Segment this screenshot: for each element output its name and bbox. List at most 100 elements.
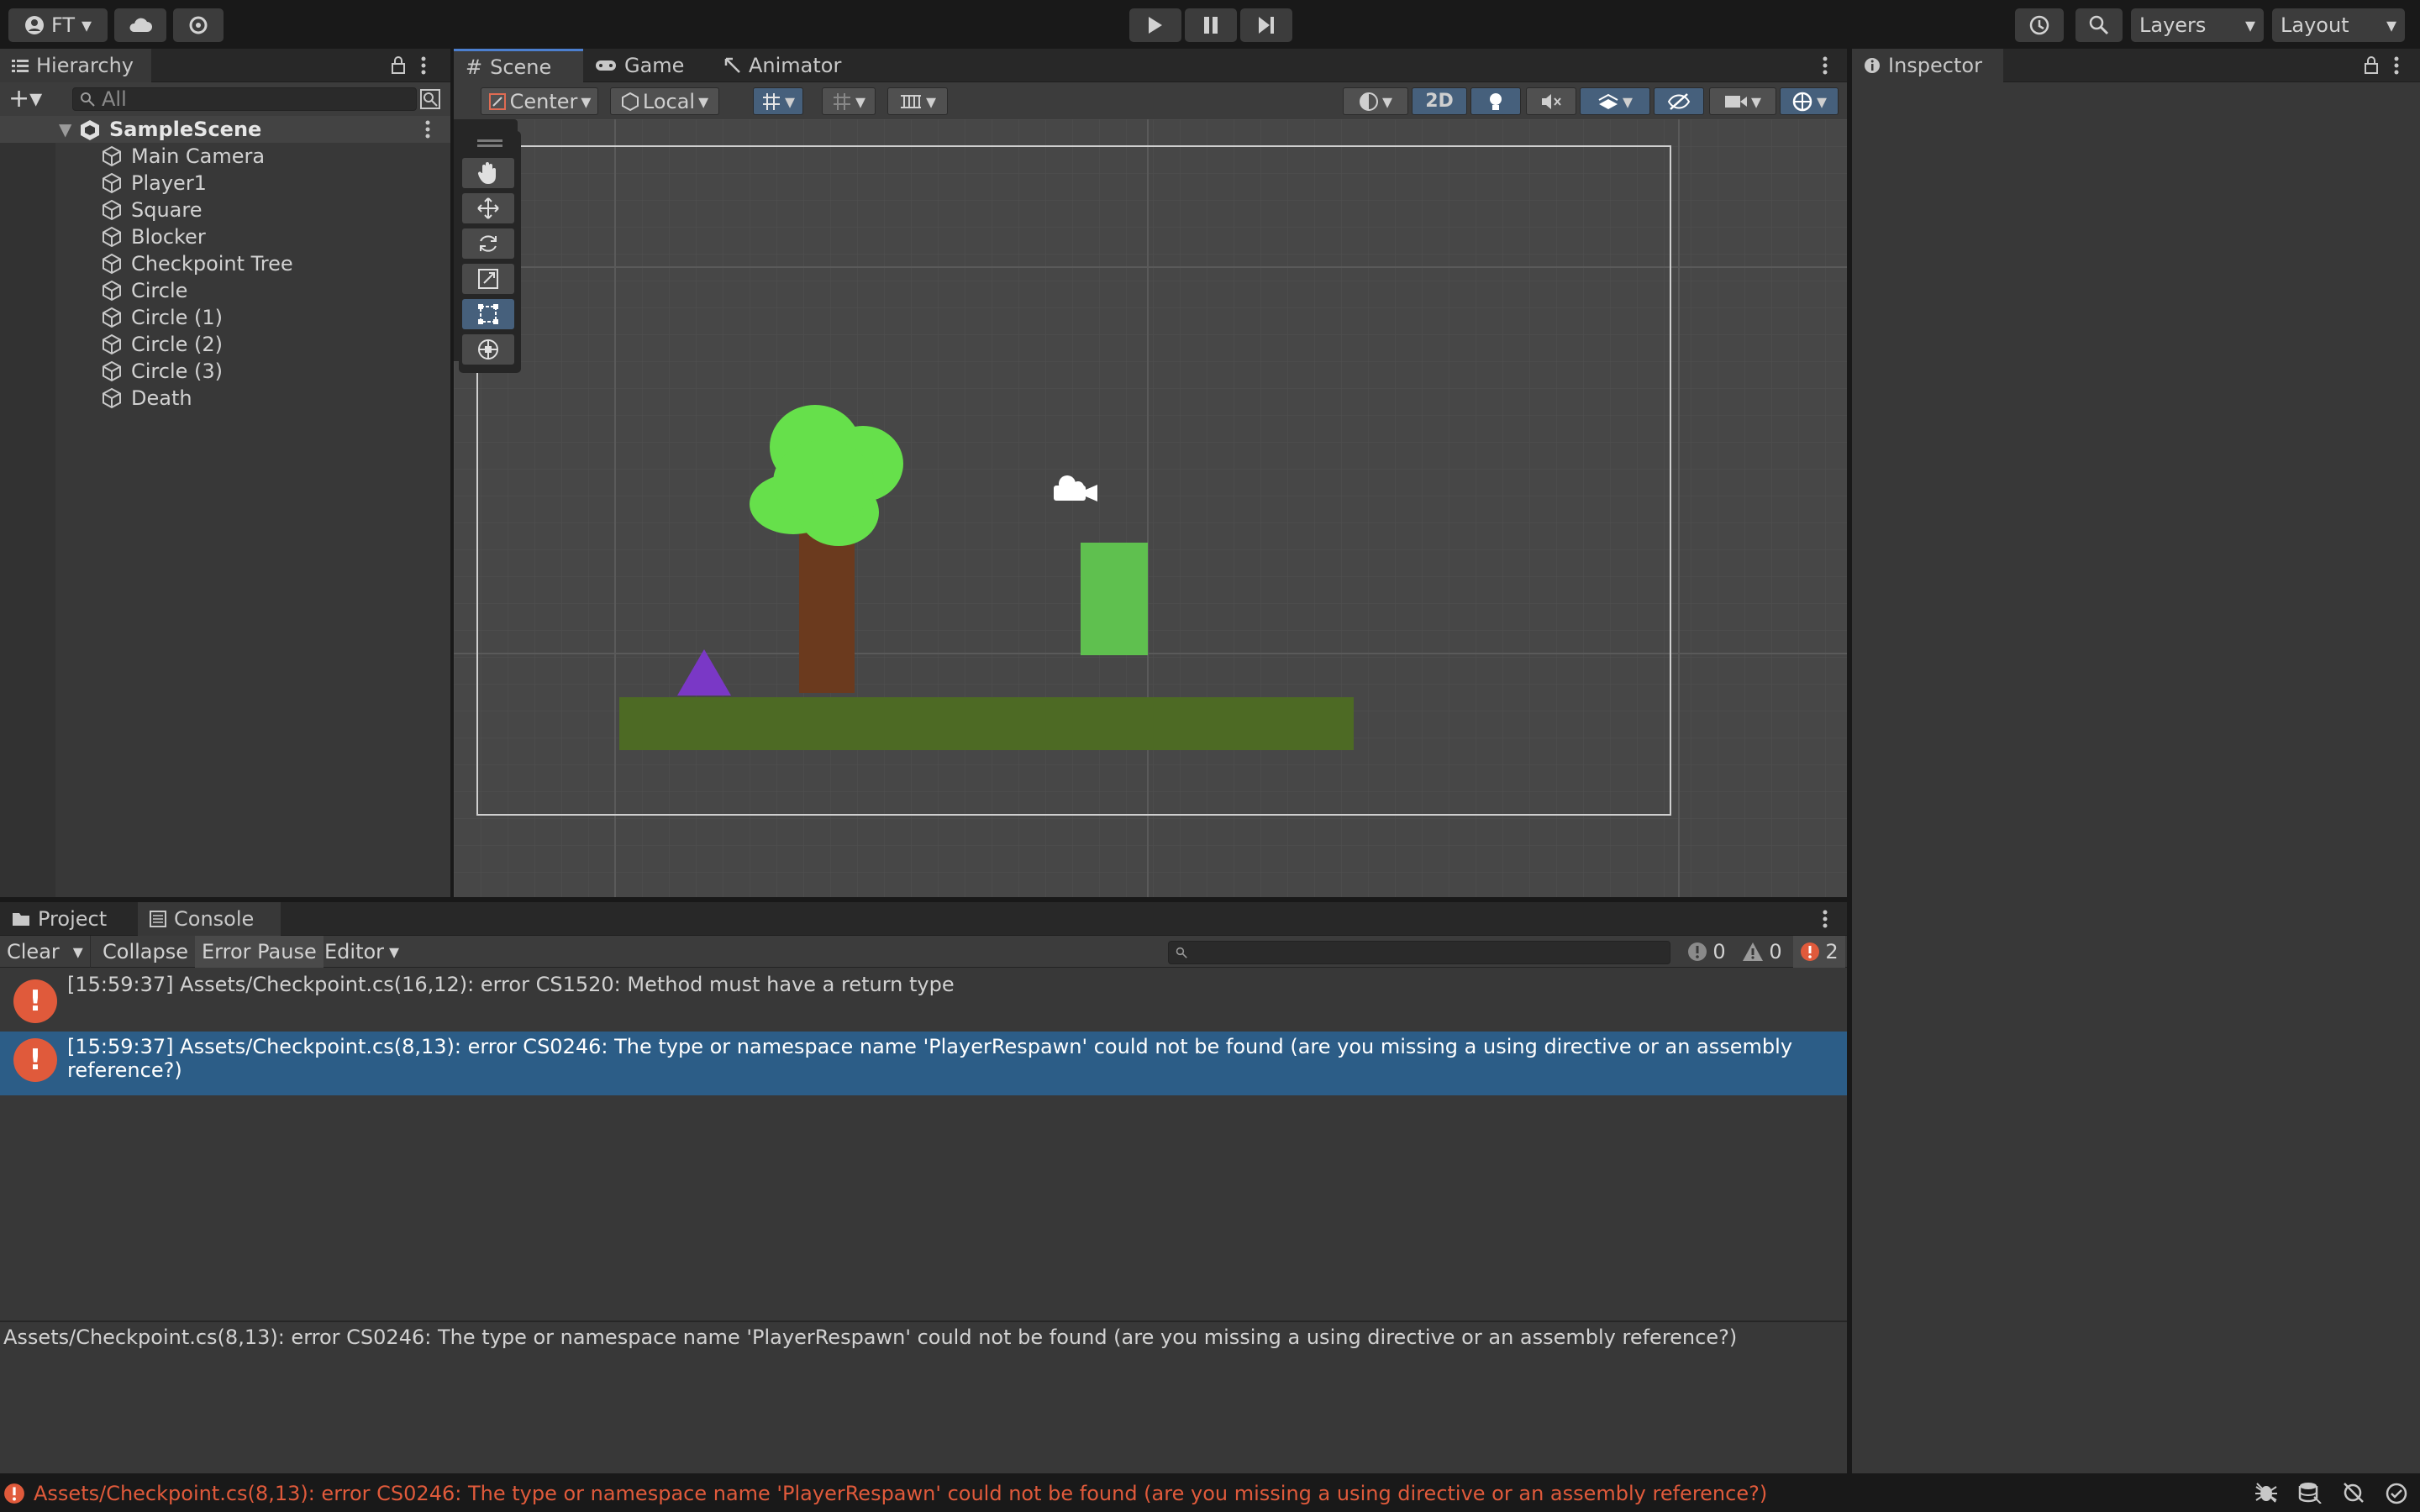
hierarchy-item[interactable]: Square [101, 197, 203, 223]
mode-2d-toggle[interactable]: 2D [1412, 87, 1467, 115]
hierarchy-item[interactable]: Circle (1) [101, 304, 223, 331]
gameobject-cube-icon [101, 360, 123, 382]
tab-inspector[interactable]: Inspector [1852, 49, 2003, 82]
snap-increment-button[interactable]: ▾ [822, 87, 876, 115]
clear-button[interactable]: Clear ▾ [0, 936, 91, 968]
hierarchy-item[interactable]: Circle [101, 277, 187, 304]
hierarchy-search[interactable]: All [72, 87, 417, 111]
layers-dropdown[interactable]: Layers ▾ [2131, 8, 2264, 42]
account-button[interactable]: FT ▾ [8, 8, 108, 42]
error-pause-toggle[interactable]: Error Pause [195, 936, 324, 968]
space-local-dropdown[interactable]: Local ▾ [610, 87, 719, 115]
hierarchy-item[interactable]: Death [101, 385, 192, 412]
editor-dropdown[interactable]: Editor ▾ [318, 936, 406, 968]
player1-sprite[interactable] [1081, 543, 1148, 655]
expand-triangle-icon[interactable]: ▼ [59, 119, 71, 139]
scene-viewport[interactable] [454, 119, 1847, 897]
undo-history-button[interactable] [2015, 8, 2064, 42]
chevron-down-icon: ▾ [2244, 13, 2255, 37]
scene-canvas[interactable] [454, 119, 1847, 897]
console-detail-pane: Assets/Checkpoint.cs(8,13): error CS0246… [0, 1322, 1847, 1473]
hierarchy-item-label: Player1 [131, 171, 207, 195]
collapse-label: Collapse [103, 940, 188, 963]
hierarchy-item-label: Square [131, 198, 203, 222]
tab-hierarchy[interactable]: Hierarchy [0, 49, 151, 82]
tab-project[interactable]: Project [0, 902, 134, 936]
console-entry-selected[interactable]: ! [15:59:37] Assets/Checkpoint.cs(8,13):… [0, 1032, 1847, 1095]
rotate-tool-button[interactable] [462, 228, 514, 259]
audio-toggle[interactable] [1526, 87, 1576, 115]
hierarchy-item[interactable]: Player1 [101, 170, 207, 197]
drag-handle[interactable] [477, 139, 502, 142]
mode-2d-label: 2D [1425, 91, 1454, 112]
gizmos-dropdown[interactable]: ▾ [1780, 87, 1839, 115]
hierarchy-toolbar: +▾ All [0, 82, 450, 116]
move-tool-button[interactable] [462, 193, 514, 223]
more-options-icon[interactable] [2393, 55, 2400, 76]
hierarchy-item[interactable]: Circle (3) [101, 358, 223, 385]
more-options-icon[interactable] [1822, 55, 1828, 76]
inspector-tab-label: Inspector [1888, 54, 1982, 77]
tab-console[interactable]: Console [138, 902, 281, 936]
scale-tool-button[interactable] [462, 264, 514, 294]
cache-server-icon[interactable] [2297, 1482, 2323, 1504]
more-options-icon[interactable] [420, 55, 427, 76]
grid-snap-toggle[interactable]: ▾ [753, 87, 803, 115]
debug-bug-icon[interactable] [2254, 1482, 2279, 1504]
transform-all-icon [476, 338, 500, 361]
rotate-icon [477, 233, 499, 255]
status-message[interactable]: Assets/Checkpoint.cs(8,13): error CS0246… [34, 1482, 1767, 1505]
collapse-toggle[interactable]: Collapse [96, 936, 195, 968]
scene-visibility-toggle[interactable] [1654, 87, 1704, 115]
hierarchy-item[interactable]: Checkpoint Tree [101, 250, 293, 277]
shading-mode-dropdown[interactable]: ▾ [1343, 87, 1408, 115]
warning-filter-toggle[interactable]: 0 [1736, 936, 1788, 968]
tab-scene[interactable]: # Scene [454, 49, 583, 82]
scene-camera-dropdown[interactable]: ▾ [1709, 87, 1776, 115]
lighting-toggle[interactable] [1470, 87, 1521, 115]
effects-dropdown[interactable]: ▾ [1580, 87, 1650, 115]
ground-square[interactable] [619, 697, 1354, 750]
error-filter-toggle[interactable]: 2 [1793, 936, 1845, 968]
hierarchy-item[interactable]: Blocker [101, 223, 206, 250]
lightbulb-icon [1487, 92, 1504, 112]
console-entry[interactable]: ! [15:59:37] Assets/Checkpoint.cs(16,12)… [0, 969, 1847, 1032]
pivot-center-dropdown[interactable]: Center ▾ [481, 87, 598, 115]
progress-check-icon[interactable] [2385, 1482, 2408, 1505]
tab-game[interactable]: Game [595, 49, 718, 82]
pause-button[interactable] [1185, 8, 1237, 42]
cloud-icon [128, 17, 153, 34]
hierarchy-item[interactable]: Main Camera [101, 143, 265, 170]
hand-tool-button[interactable] [462, 158, 514, 188]
scene-row[interactable]: ▼ SampleScene [0, 116, 450, 143]
search-scene-icon[interactable] [420, 89, 440, 109]
cloud-button[interactable] [114, 8, 166, 42]
hierarchy-item-label: Circle (2) [131, 333, 224, 356]
console-search[interactable] [1168, 941, 1670, 964]
search-button[interactable] [2075, 8, 2123, 42]
transform-tool-button[interactable] [462, 334, 514, 365]
history-icon [2028, 14, 2050, 36]
hierarchy-item-label: Main Camera [131, 144, 266, 168]
more-options-icon[interactable] [424, 119, 431, 139]
collab-button[interactable] [173, 8, 224, 42]
hierarchy-gutter [0, 116, 55, 897]
lock-icon[interactable] [390, 55, 407, 76]
more-options-icon[interactable] [1822, 909, 1828, 929]
grid-visibility-dropdown[interactable]: ▾ [887, 87, 948, 115]
auto-generate-lighting-icon[interactable] [2341, 1482, 2366, 1504]
hierarchy-item[interactable]: Circle (2) [101, 331, 223, 358]
lock-icon[interactable] [2363, 55, 2380, 76]
unity-scene-icon [79, 119, 101, 141]
rect-tool-button[interactable] [462, 299, 514, 329]
play-button[interactable] [1129, 8, 1181, 42]
tab-project-label: Project [38, 907, 108, 931]
layout-dropdown[interactable]: Layout ▾ [2272, 8, 2405, 42]
chevron-down-icon: ▾ [1816, 89, 1828, 113]
add-icon[interactable]: +▾ [8, 87, 42, 112]
tab-animator[interactable]: Animator [724, 49, 884, 82]
step-button[interactable] [1240, 8, 1292, 42]
console-toolbar: Clear ▾ Collapse Error Pause Editor ▾ 0 0… [0, 936, 1847, 968]
info-filter-toggle[interactable]: 0 [1681, 936, 1733, 968]
console-tabs-bar: Project Console [0, 902, 1847, 936]
